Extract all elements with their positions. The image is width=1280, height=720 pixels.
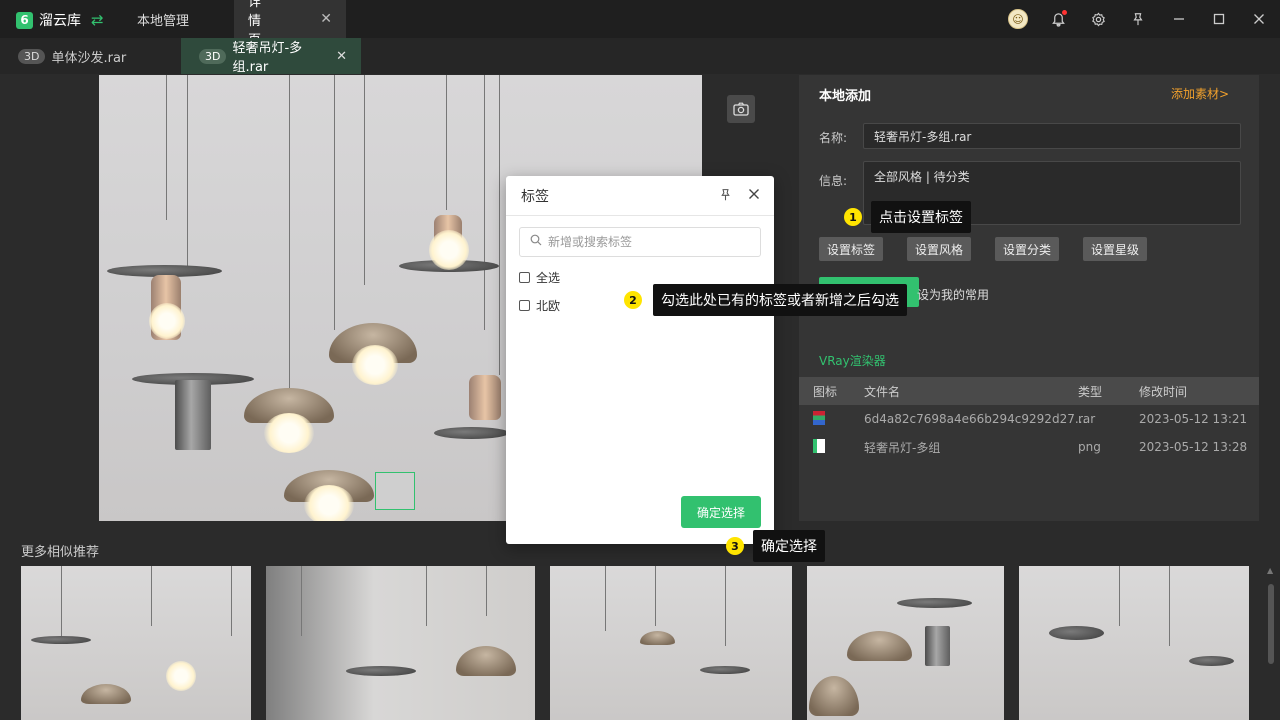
callout: 点击设置标签	[871, 201, 971, 233]
info-label: 信息:	[819, 174, 848, 188]
camera-icon[interactable]	[727, 95, 755, 123]
tag-option-nordic[interactable]: 北欧	[519, 297, 560, 314]
step-badge: 1	[844, 208, 862, 226]
select-all-checkbox[interactable]: 全选	[519, 269, 560, 286]
file-time: 2023-05-12 13:28	[1139, 440, 1248, 454]
file-tab-lamp[interactable]: 3D 轻奢吊灯-多组.rar ✕	[181, 38, 361, 75]
callout: 确定选择	[753, 530, 825, 562]
pin-icon[interactable]	[719, 188, 732, 205]
file-name: 轻奢吊灯-多组	[864, 440, 941, 455]
col-modified: 修改时间	[1139, 384, 1188, 399]
archive-icon	[813, 410, 825, 425]
file-tab-bar: 3D 单体沙发.rar 3D 轻奢吊灯-多组.rar ✕	[0, 38, 1280, 75]
close-icon[interactable]: ✕	[336, 49, 347, 64]
file-type: rar	[1078, 412, 1096, 426]
pin-icon[interactable]	[1129, 10, 1147, 28]
tab-detail[interactable]: 详情页 ✕	[234, 0, 346, 48]
add-material-link[interactable]: 添加素材>	[1171, 85, 1229, 102]
table-row[interactable]: 6d4a82c7698a4e66b294c9292d27... rar 2023…	[799, 405, 1259, 433]
recommend-card[interactable]	[807, 566, 1004, 720]
name-label: 名称:	[819, 131, 848, 145]
tab-local-manage[interactable]: 本地管理	[123, 0, 203, 38]
checkbox[interactable]	[519, 300, 530, 311]
minimize-icon[interactable]	[1170, 10, 1188, 28]
callout: 勾选此处已有的标签或者新增之后勾选	[653, 284, 907, 316]
step-badge: 2	[624, 291, 642, 309]
table-row[interactable]: 轻奢吊灯-多组 png 2023-05-12 13:28	[799, 433, 1259, 461]
maximize-icon[interactable]	[1210, 10, 1228, 28]
recommend-card[interactable]	[266, 566, 535, 720]
search-icon	[530, 234, 542, 250]
window-close-icon[interactable]	[1250, 10, 1268, 28]
tag-search-box[interactable]	[519, 227, 761, 257]
app-logo[interactable]: 6 溜云库 ⇄	[16, 10, 104, 30]
set-rating-button[interactable]: 设置星级	[1083, 237, 1147, 261]
table-header: 图标 文件名 类型 修改时间	[799, 377, 1259, 405]
confirm-button[interactable]: 确定选择	[681, 496, 761, 528]
avatar[interactable]: ☺	[1008, 9, 1028, 29]
panel-title: 本地添加	[819, 89, 872, 104]
scroll-thumb[interactable]	[1268, 584, 1274, 664]
logo-icon: 6	[16, 11, 33, 29]
scrollbar[interactable]: ▲	[1267, 566, 1275, 720]
scroll-up-icon[interactable]: ▲	[1267, 566, 1273, 575]
recommend-title: 更多相似推荐	[21, 545, 100, 560]
close-icon[interactable]	[748, 188, 760, 205]
type-badge: 3D	[18, 48, 46, 64]
title-bar: 6 溜云库 ⇄ 本地管理 详情页 ✕ ☺	[0, 0, 1280, 48]
file-tab-sofa[interactable]: 3D 单体沙发.rar	[0, 38, 181, 74]
bell-icon[interactable]	[1049, 10, 1067, 28]
col-type: 类型	[1078, 384, 1103, 399]
recommend-card[interactable]	[21, 566, 251, 720]
image-file-icon	[813, 438, 825, 453]
checkbox[interactable]	[519, 272, 530, 283]
tab-label: 本地管理	[137, 13, 190, 29]
file-tab-label: 单体沙发.rar	[51, 50, 127, 66]
recommend-card[interactable]	[550, 566, 792, 720]
file-time: 2023-05-12 13:21	[1139, 412, 1248, 426]
set-common-checkbox[interactable]: 设为我的常用	[917, 286, 989, 303]
step-badge: 3	[726, 537, 744, 555]
col-icon: 图标	[813, 384, 838, 399]
recommend-card[interactable]	[1019, 566, 1249, 720]
gear-icon[interactable]	[1089, 10, 1107, 28]
tag-option-label: 北欧	[536, 299, 561, 313]
swap-icon[interactable]: ⇄	[91, 11, 104, 29]
app-name: 溜云库	[39, 13, 81, 29]
close-icon[interactable]: ✕	[320, 11, 332, 27]
file-type: png	[1078, 440, 1101, 454]
file-tab-label: 轻奢吊灯-多组.rar	[232, 41, 303, 75]
notification-dot	[1062, 10, 1067, 15]
col-filename: 文件名	[864, 384, 901, 399]
tag-dialog: 标签 全选 北欧 确定选择	[506, 176, 774, 544]
file-table: 图标 文件名 类型 修改时间 6d4a82c7698a4e66b294c9292…	[799, 377, 1259, 461]
set-tag-button[interactable]: 设置标签	[819, 237, 883, 261]
name-field[interactable]: 轻奢吊灯-多组.rar	[863, 123, 1241, 149]
tag-search-input[interactable]	[548, 235, 738, 249]
preview-thumbnail[interactable]	[375, 472, 415, 510]
set-style-button[interactable]: 设置风格	[907, 237, 971, 261]
renderer-label: VRay渲染器	[819, 354, 886, 368]
file-name: 6d4a82c7698a4e66b294c9292d27...	[864, 412, 1087, 426]
select-all-label: 全选	[536, 271, 561, 285]
set-category-button[interactable]: 设置分类	[995, 237, 1059, 261]
type-badge: 3D	[199, 48, 227, 64]
